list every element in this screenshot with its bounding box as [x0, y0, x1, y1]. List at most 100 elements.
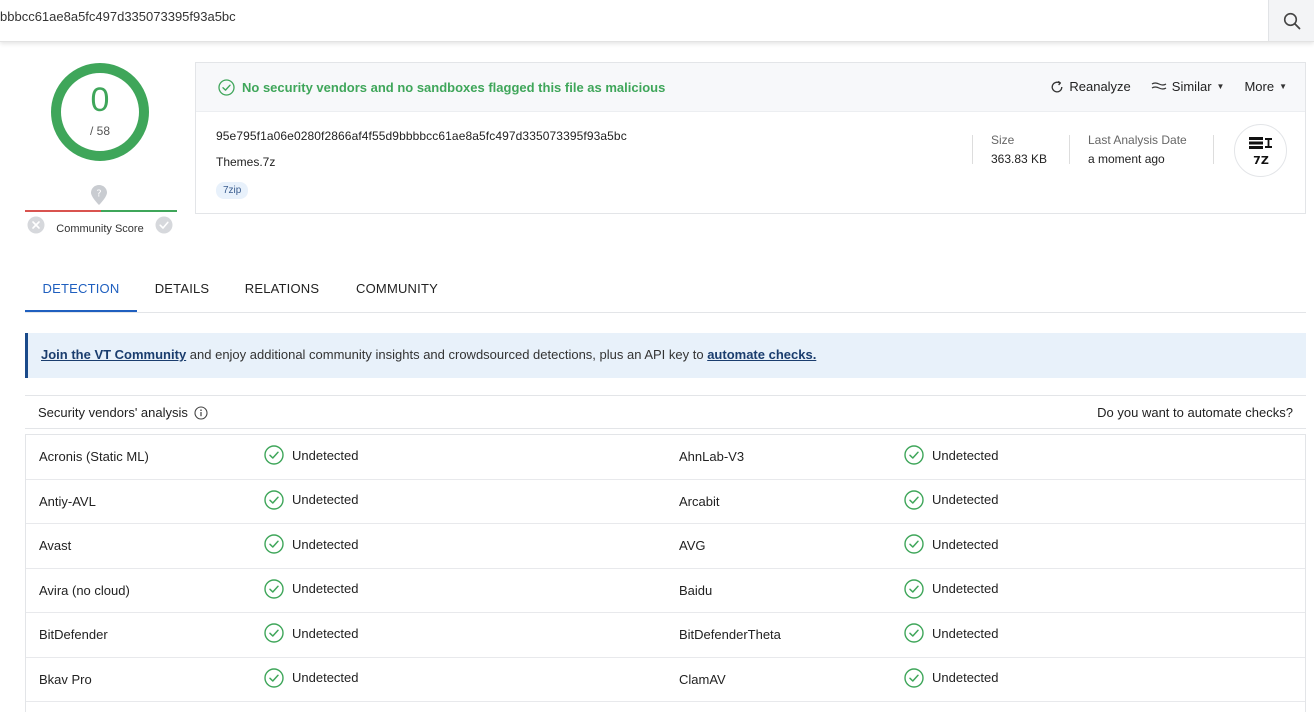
table-row: Avira (no cloud) Undetected Baidu Undetecte… — [26, 569, 1305, 613]
verdict-status: No security vendors and no sandboxes fla… — [218, 79, 665, 96]
result-text: Undetected — [932, 492, 999, 507]
vendor-results-table: Acronis (Static ML) Undetected AhnLab-V3 Un… — [25, 434, 1306, 712]
file-hash[interactable]: 95e795f1a06e0280f2866af4f55d9bbbbcc61ae8… — [216, 129, 627, 143]
check-circle-icon — [904, 534, 924, 554]
result-text: Undetected — [292, 447, 359, 463]
check-circle-icon — [904, 489, 924, 510]
result-text: Undetected — [932, 447, 999, 463]
card-actions: Reanalyze Similar ▼ More ▼ — [1050, 79, 1287, 94]
divider — [1069, 135, 1070, 164]
more-dropdown[interactable]: More ▼ — [1244, 79, 1287, 94]
check-circle-icon — [264, 534, 284, 554]
community-banner: Join the VT Community and enjoy addition… — [25, 333, 1306, 378]
last-analysis-label: Last Analysis Date — [1088, 133, 1187, 147]
similar-label: Similar — [1171, 79, 1212, 94]
table-row: Antiy-AVL Undetected Arcabit Undetected — [26, 480, 1305, 524]
refresh-icon — [1051, 80, 1063, 92]
check-circle-icon — [218, 79, 235, 96]
result-text: Undetected — [292, 670, 359, 685]
community-score: ? Community Score — [25, 184, 177, 240]
check-circle-icon — [904, 445, 924, 465]
divider — [1213, 135, 1214, 164]
chevron-down-icon: ▼ — [1216, 82, 1225, 91]
banner-text: and enjoy additional community insights … — [186, 347, 708, 362]
community-bar-positive — [101, 210, 177, 212]
tab-details[interactable]: DETAILS — [147, 267, 217, 312]
detection-score: 0 / 58 — [50, 62, 150, 162]
vendor-result: Undetected — [264, 578, 359, 599]
vendor-result: Undetected — [264, 534, 359, 554]
check-circle-icon — [904, 667, 924, 688]
check-circle-icon — [264, 445, 284, 465]
vendor-name: Avira (no cloud) — [39, 582, 130, 598]
result-text: Undetected — [292, 581, 359, 596]
community-bar-negative — [25, 210, 101, 212]
check-circle-icon — [904, 578, 924, 599]
result-text: Undetected — [932, 536, 999, 552]
vendor-name: BitDefenderTheta — [679, 627, 781, 642]
vendor-result: Undetected — [904, 623, 999, 643]
vendor-result: Undetected — [264, 489, 359, 510]
file-name: Themes.7z — [216, 155, 276, 169]
vendor-result: Undetected — [904, 534, 999, 554]
file-summary-card: No security vendors and no sandboxes fla… — [195, 62, 1306, 214]
community-score-label: Community Score — [56, 223, 144, 235]
vendor-name: Baidu — [679, 582, 713, 598]
result-text: Undetected — [292, 492, 359, 507]
file-tag[interactable]: 7zip — [216, 182, 249, 199]
info-icon[interactable] — [194, 405, 208, 420]
check-circle-icon — [904, 623, 924, 643]
verdict-text: No security vendors and no sandboxes fla… — [242, 80, 666, 95]
tab-bar: DETECTION DETAILS RELATIONS COMMUNITY — [25, 267, 1306, 313]
result-text: Undetected — [932, 625, 999, 641]
automate-checks-prompt[interactable]: Do you want to automate checks? — [1097, 405, 1293, 420]
check-circle-icon — [264, 667, 284, 688]
file-type-badge: 7Z — [1234, 124, 1287, 177]
automate-checks-link[interactable]: automate checks. — [707, 347, 816, 362]
top-search-bar: bbbcc61ae8a5fc497d335073395f93a5bc — [0, 0, 1314, 42]
tab-relations[interactable]: RELATIONS — [237, 267, 327, 312]
check-circle-icon — [264, 489, 284, 510]
table-row: BitDefender Undetected BitDefenderTheta Und… — [26, 613, 1305, 658]
check-circle-icon — [264, 623, 284, 643]
tab-community[interactable]: COMMUNITY — [347, 267, 447, 312]
result-text: Undetected — [292, 625, 359, 641]
analysis-header: Security vendors' analysis Do you want t… — [25, 395, 1306, 429]
vendor-result: Undetected — [264, 623, 359, 643]
card-header: No security vendors and no sandboxes fla… — [196, 63, 1305, 112]
reanalyze-button[interactable]: Reanalyze — [1050, 79, 1131, 94]
join-community-link[interactable]: Join the VT Community — [41, 347, 186, 362]
vendor-name: Arcabit — [679, 493, 720, 509]
vendor-name: Acronis (Static ML) — [39, 449, 149, 464]
reanalyze-label: Reanalyze — [1069, 79, 1131, 94]
vendor-name: AVG — [679, 538, 706, 553]
divider — [972, 135, 973, 164]
vendor-name: Avast — [39, 538, 72, 553]
7z-file-icon: 7Z — [1248, 136, 1272, 167]
search-icon — [1283, 12, 1300, 29]
similar-icon — [1151, 81, 1167, 90]
detection-count: 0 — [90, 81, 110, 119]
analysis-title-text: Security vendors' analysis — [38, 405, 188, 420]
vendor-result: Undetected — [904, 489, 999, 510]
tab-detection[interactable]: DETECTION — [25, 267, 137, 312]
engine-total: / 58 — [89, 124, 110, 138]
size-label: Size — [991, 133, 1015, 147]
size-value: 363.83 KB — [991, 152, 1048, 166]
vendor-result: Undetected — [904, 578, 999, 599]
vendor-result: Undetected — [264, 667, 359, 688]
last-analysis-value: a moment ago — [1088, 152, 1165, 166]
svg-text:?: ? — [96, 189, 101, 200]
result-text: Undetected — [932, 670, 999, 685]
vendor-name: Antiy-AVL — [39, 493, 96, 509]
vendor-name: Bkav Pro — [39, 671, 92, 687]
result-text: Undetected — [292, 536, 359, 552]
vendor-result: Undetected — [264, 445, 359, 465]
similar-dropdown[interactable]: Similar ▼ — [1151, 79, 1225, 94]
analysis-title: Security vendors' analysis — [38, 405, 208, 420]
search-input[interactable]: bbbcc61ae8a5fc497d335073395f93a5bc — [0, 9, 236, 24]
table-row: Acronis (Static ML) Undetected AhnLab-V3 Un… — [26, 435, 1305, 480]
search-button[interactable] — [1268, 0, 1314, 41]
check-circle-icon — [264, 578, 284, 599]
vendor-name: BitDefender — [39, 627, 108, 642]
